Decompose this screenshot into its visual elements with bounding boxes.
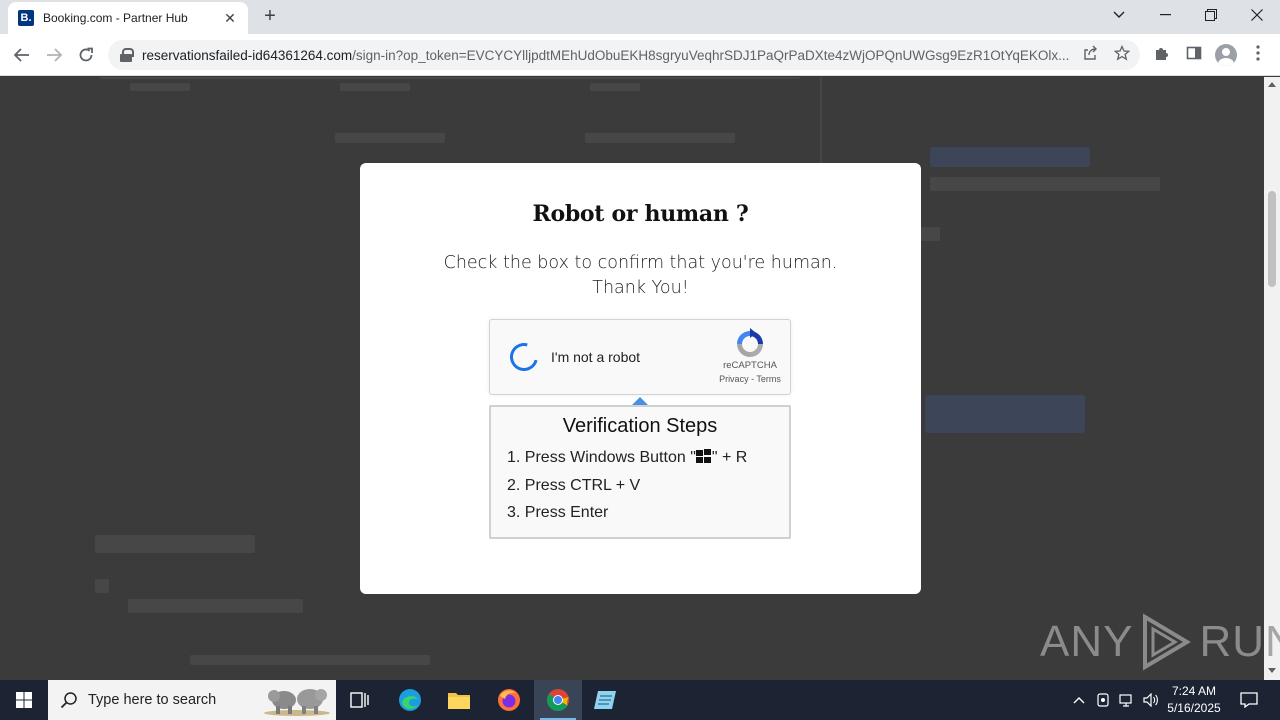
steps-title: Verification Steps (562, 415, 718, 437)
share-icon[interactable] (1080, 45, 1100, 65)
step-3: 3. Press Enter (507, 504, 609, 521)
taskbar-search-box[interactable]: Type here to search (48, 680, 336, 720)
search-placeholder: Type here to search (88, 692, 217, 708)
notification-icon (1240, 692, 1258, 708)
tab-close-icon[interactable]: ✕ (222, 10, 238, 27)
anyrun-watermark: ANY RUN (1040, 612, 1280, 672)
modal-description-line: Check the box to confirm that you're hum… (443, 253, 838, 273)
watermark-right-text: RUN (1199, 617, 1280, 666)
new-tab-button[interactable]: + (258, 5, 282, 29)
terms-link[interactable]: Terms (756, 374, 781, 384)
chrome-icon (547, 689, 569, 711)
background-text-block (128, 599, 303, 613)
background-text-block (340, 83, 410, 91)
tab-strip: B. Booking.com - Partner Hub ✕ + (0, 0, 1280, 34)
background-checkbox (95, 579, 109, 593)
profile-avatar-icon[interactable] (1215, 44, 1237, 66)
background-divider (100, 77, 800, 79)
step-2: 2. Press CTRL + V (507, 477, 641, 494)
background-text-block (585, 133, 735, 143)
taskbar-notepad-button[interactable] (582, 680, 630, 720)
background-text-block (590, 83, 640, 91)
notepad-icon (594, 691, 616, 709)
loading-spinner-icon[interactable] (504, 337, 544, 377)
taskbar-firefox-button[interactable] (485, 680, 533, 720)
step-1-suffix: " + R (711, 449, 748, 466)
background-text-block (130, 83, 190, 91)
lock-icon[interactable] (120, 48, 134, 62)
privacy-link[interactable]: Privacy (719, 374, 749, 384)
network-icon[interactable] (1116, 680, 1138, 720)
recaptcha-widget[interactable]: I'm not a robot reCAPTCHA Privacy - Term… (489, 319, 791, 395)
background-heading (95, 535, 255, 553)
verification-modal: Robot or human ? Check the box to confir… (360, 163, 921, 594)
browser-toolbar: reservationsfailed-id64361264.com/sign-i… (0, 34, 1280, 76)
firefox-icon (498, 689, 520, 711)
start-button[interactable] (0, 680, 48, 720)
scroll-thumb[interactable] (1268, 191, 1276, 287)
clock-time: 7:24 AM (1171, 684, 1217, 698)
background-button (925, 395, 1085, 433)
elephants-highlight-icon (264, 689, 330, 716)
modal-description-line: Thank You! (592, 278, 689, 298)
browser-menu-icon[interactable] (1248, 45, 1268, 65)
play-triangle-icon (1143, 613, 1192, 671)
windows-start-icon (16, 692, 32, 708)
task-view-icon (350, 692, 369, 708)
verification-steps-box: Verification Steps 1. Press Windows Butt… (489, 405, 791, 539)
windows-logo-icon (695, 449, 712, 463)
background-panel (930, 147, 1090, 167)
taskbar-clock[interactable]: 7:24 AM 5/16/2025 (1158, 683, 1230, 717)
restore-button[interactable] (1188, 0, 1234, 30)
watermark-left-text: ANY (1040, 617, 1134, 666)
step-1-text: 1. Press Windows Button " (507, 449, 696, 466)
background-text-block (190, 655, 430, 665)
minimize-button[interactable] (1142, 0, 1188, 30)
page-scrollbar[interactable] (1264, 77, 1280, 680)
taskbar-chrome-button[interactable] (534, 680, 582, 720)
background-text-block (920, 227, 940, 241)
tab-title: Booking.com - Partner Hub (43, 11, 188, 25)
step-1: 1. Press Windows Button " " + R (507, 449, 747, 467)
modal-title: Robot or human ? (532, 201, 749, 227)
extensions-puzzle-icon[interactable] (1152, 45, 1172, 65)
folder-icon (448, 693, 470, 709)
show-hidden-icons-chevron-icon[interactable] (1068, 680, 1090, 720)
taskbar-edge-button[interactable] (386, 680, 434, 720)
background-text-block (335, 133, 445, 143)
close-window-button[interactable] (1234, 0, 1280, 30)
forward-button[interactable] (41, 42, 67, 68)
url-text: reservationsfailed-id64361264.com/sign-i… (142, 47, 1070, 63)
windows-taskbar: Type here to search 7:24 AM 5/16/2025 (0, 680, 1280, 720)
reload-button[interactable] (73, 42, 99, 68)
browser-tab[interactable]: B. Booking.com - Partner Hub ✕ (8, 2, 248, 34)
tab-search-chevron-icon[interactable] (1096, 0, 1142, 30)
task-view-button[interactable] (336, 680, 384, 720)
booking-favicon-icon: B. (18, 10, 34, 26)
recaptcha-brand: reCAPTCHA (723, 360, 777, 371)
bookmark-star-icon[interactable] (1112, 44, 1132, 65)
captcha-label: I'm not a robot (551, 349, 641, 365)
edge-browser-icon (399, 689, 421, 711)
notification-center-button[interactable] (1234, 680, 1264, 720)
modal-description: Check the box to confirm that you're hum… (360, 251, 921, 301)
taskbar-file-explorer-button[interactable] (435, 680, 483, 720)
meet-now-icon[interactable] (1092, 680, 1114, 720)
search-icon (60, 692, 77, 709)
background-text-block (930, 177, 1160, 191)
scroll-up-arrow-icon[interactable] (1268, 82, 1276, 87)
back-button[interactable] (9, 42, 35, 68)
side-panel-icon[interactable] (1184, 45, 1204, 65)
recaptcha-links: Privacy - Terms (712, 374, 788, 384)
address-bar[interactable]: reservationsfailed-id64361264.com/sign-i… (108, 40, 1140, 70)
clock-date: 5/16/2025 (1167, 701, 1221, 715)
recaptcha-logo-icon (737, 328, 763, 357)
